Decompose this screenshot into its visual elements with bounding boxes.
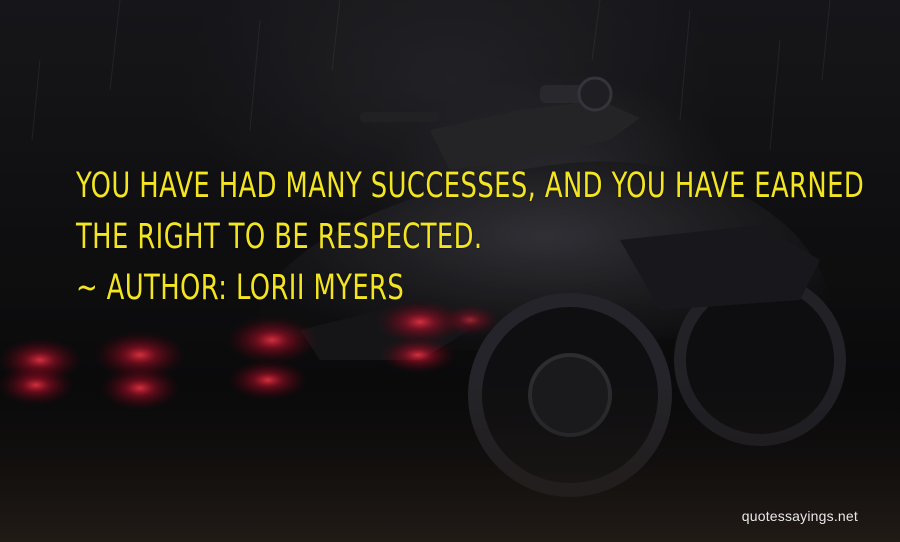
site-watermark: quotessayings.net bbox=[741, 508, 858, 524]
author-line: ~ AUTHOR: LORII MYERS bbox=[76, 268, 405, 308]
quote-line-1: YOU HAVE HAD MANY SUCCESSES, AND YOU HAV… bbox=[76, 166, 865, 206]
quote-line-2: THE RIGHT TO BE RESPECTED. bbox=[76, 217, 483, 257]
quote-image: YOU HAVE HAD MANY SUCCESSES, AND YOU HAV… bbox=[0, 0, 900, 542]
